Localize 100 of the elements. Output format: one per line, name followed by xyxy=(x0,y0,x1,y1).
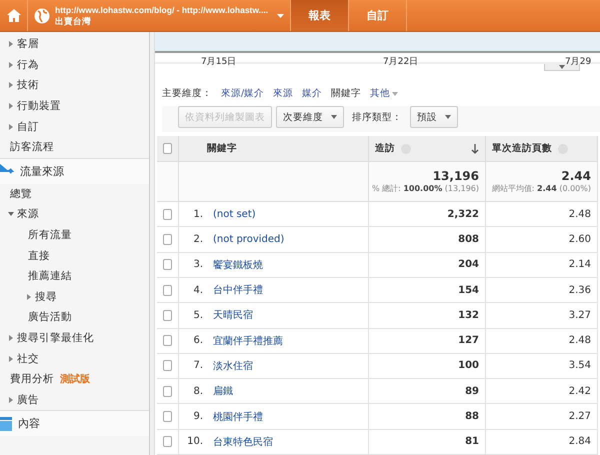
select-all-checkbox[interactable] xyxy=(163,143,172,154)
dimension-label: 主要維度： xyxy=(162,87,212,100)
column-header[interactable]: 單次造訪頁數 xyxy=(486,136,598,162)
header-tab[interactable]: 報表 xyxy=(290,0,348,31)
row-checkbox[interactable] xyxy=(163,208,172,220)
keyword-link[interactable]: 天晴民宿 xyxy=(213,308,253,322)
sidebar-item-label: 推薦連結 xyxy=(28,269,72,284)
sidebar-item-label: 自訂 xyxy=(17,120,39,134)
document-icon xyxy=(0,416,12,431)
sidebar-section[interactable]: 流量來源 xyxy=(0,158,149,184)
keyword-link[interactable]: (not provided) xyxy=(213,234,284,245)
dimension-link[interactable]: 其他 xyxy=(370,87,398,100)
sidebar-item[interactable]: 行為 xyxy=(0,54,149,76)
sidebar-item-label: 社交 xyxy=(17,352,39,366)
table-cell: 154 xyxy=(369,278,486,304)
row-checkbox[interactable] xyxy=(163,310,172,321)
table-cell: 2.48 xyxy=(486,202,598,228)
sidebar-item[interactable]: 訪客流程 xyxy=(0,136,149,158)
row-checkbox[interactable] xyxy=(163,234,172,245)
expand-arrow-icon xyxy=(26,294,32,300)
sidebar-item[interactable]: 社交 xyxy=(0,348,149,369)
sidebar-item-label: 搜尋引擎最佳化 xyxy=(17,331,94,346)
sidebar-item[interactable]: 客層 xyxy=(0,34,149,55)
caret-icon xyxy=(331,114,337,120)
column-header[interactable]: 關鍵字 xyxy=(179,136,369,162)
expand-arrow-icon xyxy=(8,41,14,48)
row-checkbox[interactable] xyxy=(163,259,172,270)
sidebar-item[interactable]: 廣告 xyxy=(0,390,149,410)
collapse-chart-button[interactable] xyxy=(544,64,580,72)
sidebar-section[interactable]: 內容 xyxy=(0,410,149,436)
sidebar-item[interactable]: 廣告活動 xyxy=(0,307,149,328)
row-checkbox[interactable] xyxy=(163,335,172,346)
row-checkbox[interactable] xyxy=(163,360,172,372)
keyword-link[interactable]: 台東特色民宿 xyxy=(213,434,273,449)
sidebar-item[interactable]: 費用分析 測試版 xyxy=(0,368,149,390)
expand-arrow-icon xyxy=(8,396,14,403)
caret-icon xyxy=(392,92,398,96)
caret-icon xyxy=(445,114,451,120)
sidebar-item[interactable]: 直接 xyxy=(0,245,149,266)
account-url: http://www.lohastw.com/blog/ - http://www.lohastw.... xyxy=(55,4,270,16)
keyword-link[interactable]: 宜蘭伴手禮推薦 xyxy=(213,334,283,348)
dimension-link[interactable]: 關鍵字 xyxy=(331,87,362,100)
row-number: 6. xyxy=(192,335,203,346)
row-checkbox[interactable] xyxy=(163,284,172,296)
axis-label: 7月22日 xyxy=(383,56,418,68)
sidebar-item-label: 直接 xyxy=(28,248,50,263)
row-number: 2. xyxy=(192,234,203,245)
sidebar-item[interactable]: 行動裝置 xyxy=(0,96,149,116)
table-cell: 2.14 xyxy=(486,252,598,278)
axis-label: 7月29 xyxy=(565,56,592,68)
sidebar-item[interactable]: 推薦連結 xyxy=(0,266,149,287)
row-number: 1. xyxy=(192,208,203,220)
table-cell: 2,322 xyxy=(369,202,486,228)
sidebar-item-label: 總覽 xyxy=(10,186,32,201)
sidebar-item[interactable]: 自訂 xyxy=(0,116,149,137)
section-label: 內容 xyxy=(18,416,40,432)
sidebar-item[interactable]: 技術 xyxy=(0,75,149,96)
column-header[interactable]: 造訪 xyxy=(369,136,486,162)
table-cell: 89 xyxy=(369,379,486,404)
total-note: 網站平均值: 2.44 (0.00%) xyxy=(492,183,591,194)
sidebar-item[interactable]: 搜尋 xyxy=(0,286,149,308)
keyword-link[interactable]: 扁鐵 xyxy=(213,384,233,398)
total-value: 13,196 xyxy=(432,169,479,184)
table-cell: 808 xyxy=(369,227,486,253)
dimension-link[interactable]: 來源/媒介 xyxy=(221,87,264,100)
keyword-link[interactable]: (not set) xyxy=(213,208,256,220)
sidebar-item[interactable]: 總覽 xyxy=(0,184,149,204)
sidebar-item-label: 行為 xyxy=(17,58,39,72)
sidebar-item-label: 費用分析 xyxy=(10,372,54,386)
expand-arrow-icon xyxy=(8,124,14,130)
keyword-link[interactable]: 桃園伴手禮 xyxy=(213,410,263,424)
dimension-link[interactable]: 媒介 xyxy=(302,87,322,100)
table-cell: 81 xyxy=(369,430,486,455)
dimension-link[interactable]: 來源 xyxy=(273,87,294,100)
keyword-link[interactable]: 台中伴手禮 xyxy=(213,283,263,298)
sidebar-item-label: 行動裝置 xyxy=(17,99,61,114)
sidebar-item[interactable]: 來源 xyxy=(0,204,149,225)
sidebar-item[interactable]: 所有流量 xyxy=(0,224,149,246)
sort-type-dropdown[interactable]: 預設 xyxy=(410,106,458,128)
sidebar-item-label: 搜尋 xyxy=(35,290,57,304)
row-number: 7. xyxy=(192,360,203,372)
expand-arrow-icon xyxy=(8,62,14,68)
table-cell: 2.48 xyxy=(486,328,598,354)
total-note: % 總計: 100.00% (13,196) xyxy=(372,183,479,194)
globe-icon xyxy=(34,8,50,24)
table-cell: 2.84 xyxy=(486,430,598,455)
row-checkbox[interactable] xyxy=(163,411,172,422)
row-checkbox[interactable] xyxy=(163,436,172,448)
table-cell: 204 xyxy=(369,252,486,278)
secondary-dimension-dropdown[interactable]: 次要維度 xyxy=(276,106,344,128)
splitter-bar[interactable] xyxy=(150,32,155,455)
sidebar-item-label: 技術 xyxy=(17,78,39,92)
table-cell: 2.36 xyxy=(486,278,598,304)
keyword-link[interactable]: 饗宴鐵板燒 xyxy=(213,258,263,272)
axis-label: 7月15日 xyxy=(201,56,236,68)
sidebar-item[interactable]: 搜尋引擎最佳化 xyxy=(0,328,149,348)
keyword-link[interactable]: 淡水住宿 xyxy=(213,358,253,373)
table-cell: 3.54 xyxy=(486,354,598,380)
section-label: 流量來源 xyxy=(20,164,64,179)
row-checkbox[interactable] xyxy=(163,386,172,397)
